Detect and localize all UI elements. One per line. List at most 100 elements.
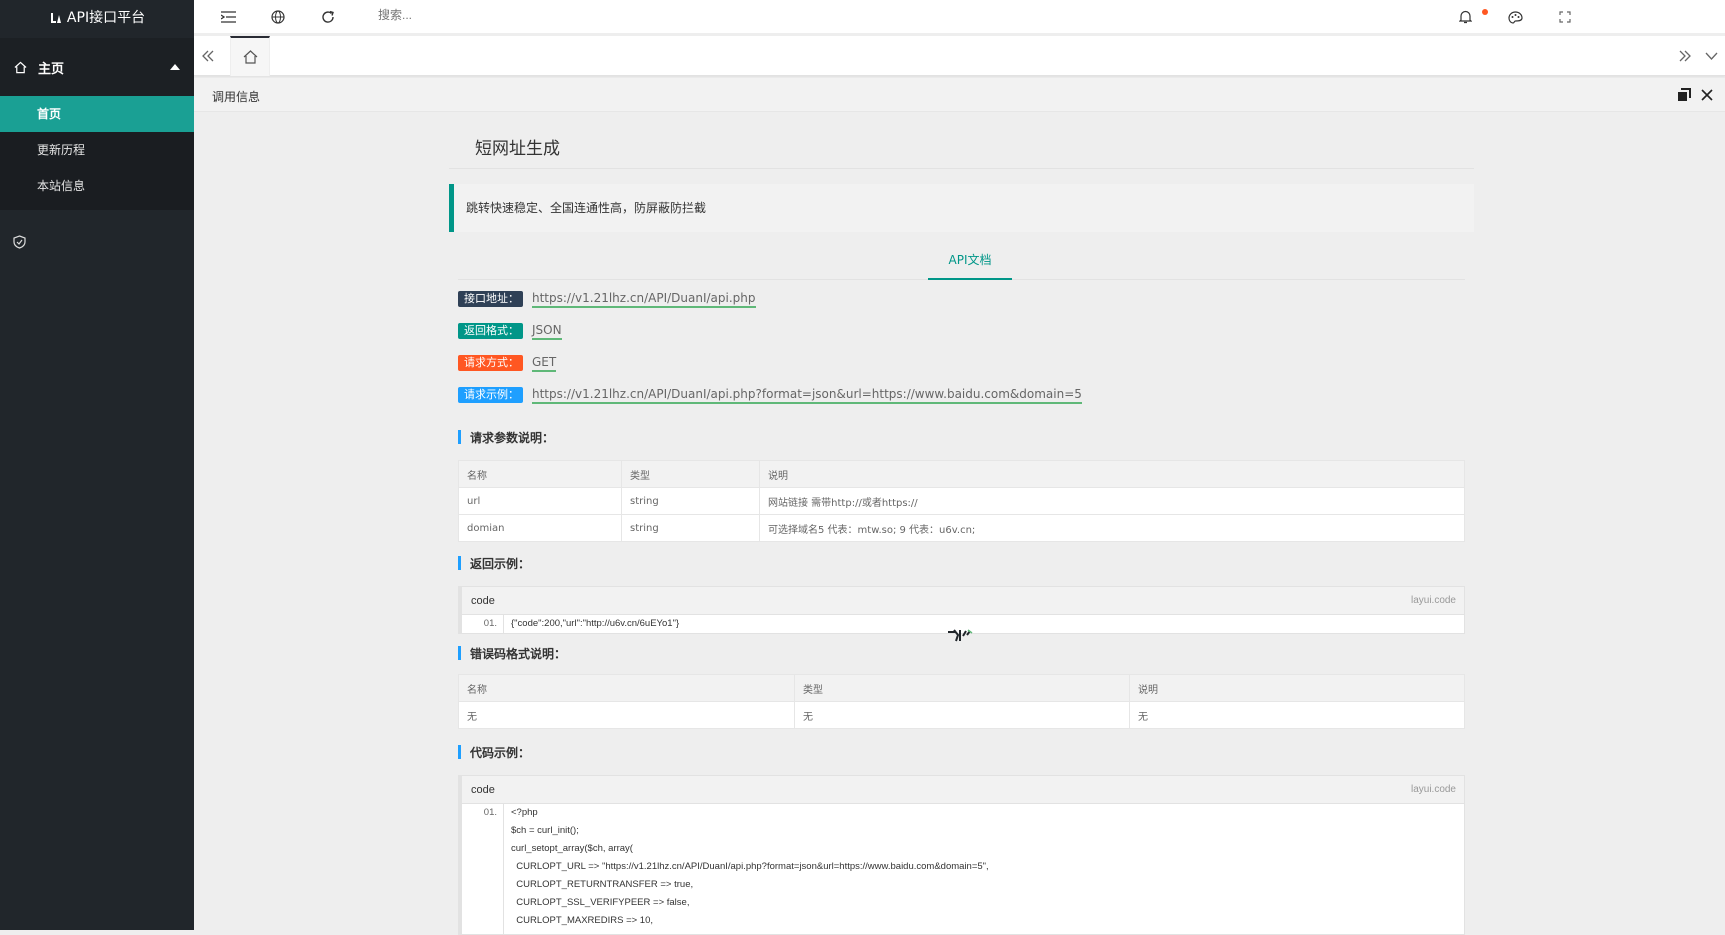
return-format-value[interactable]: JSON (532, 323, 562, 340)
bell-icon (1458, 10, 1472, 24)
column-header: 类型 (621, 460, 760, 488)
column-header: 名称 (458, 460, 622, 488)
params-heading: 请求参数说明： (458, 428, 1474, 446)
sidebar-item-site-info[interactable]: 本站信息 (0, 168, 194, 204)
column-header: 说明 (759, 460, 1465, 488)
indent-icon (220, 11, 236, 23)
tab-scroll-left-button[interactable] (198, 46, 218, 66)
code-line: {"code":200,"url":"http://u6v.cn/6uEYo1"… (511, 618, 680, 629)
code-example-heading: 代码示例： (458, 743, 1474, 761)
request-example-link[interactable]: https://v1.21lhz.cn/API/DuanI/api.php?fo… (532, 387, 1082, 404)
field-request-example: 请求示例： https://v1.21lhz.cn/API/DuanI/api.… (458, 386, 1474, 404)
table-cell: string (621, 514, 760, 542)
table-row: 无 无 无 (458, 701, 1465, 729)
logo-icon (50, 13, 61, 23)
notification-button[interactable] (1455, 7, 1475, 27)
refresh-button[interactable] (318, 7, 338, 27)
notification-dot (1482, 9, 1488, 15)
double-chevron-right-icon (1679, 50, 1691, 62)
field-return-format: 返回格式： JSON (458, 322, 1474, 340)
page-title: 短网址生成 (475, 134, 566, 159)
shield-icon (13, 235, 26, 249)
return-heading: 返回示例： (458, 554, 1474, 572)
request-method-badge: 请求方式： (458, 355, 523, 371)
code-line: $ch = curl_init(); (511, 825, 579, 836)
field-request-method: 请求方式： GET (458, 354, 1474, 372)
home-icon (243, 50, 257, 64)
request-method-value[interactable]: GET (532, 355, 557, 372)
description-quote: 跳转快速稳定、全国连通性高，防屏蔽防拦截 (449, 184, 1474, 232)
column-header: 类型 (794, 674, 1130, 702)
sidebar-item-changelog[interactable]: 更新历程 (0, 132, 194, 168)
maximize-icon[interactable] (1677, 88, 1691, 102)
refresh-icon (322, 10, 334, 23)
code-header-label: code (471, 784, 495, 796)
table-row: url string 网站链接 需带http://或者https:// (458, 487, 1465, 515)
table-cell: url (458, 487, 622, 515)
errors-table: 名称 类型 说明 无 无 无 (458, 674, 1465, 729)
code-line: curl_setopt_array($ch, array( (511, 843, 633, 854)
table-cell: 可选择域名5 代表：mtw.so; 9 代表：u6v.cn; (759, 514, 1465, 542)
table-header-row: 名称 类型 说明 (458, 460, 1465, 488)
close-icon[interactable] (1699, 87, 1715, 103)
field-endpoint: 接口地址： https://v1.21lhz.cn/API/DuanI/api.… (458, 290, 1474, 308)
search-input[interactable] (378, 8, 578, 22)
table-cell: 网站链接 需带http://或者https:// (759, 487, 1465, 515)
example-code-block: code layui.code 01. <?php $ch = curl_ini… (458, 775, 1465, 935)
request-example-badge: 请求示例： (458, 387, 523, 403)
tab-api-doc[interactable]: API文档 (928, 246, 1012, 280)
loading-spinner-icon (948, 629, 973, 642)
return-format-badge: 返回格式： (458, 323, 523, 339)
doc-tabs: API文档 (458, 246, 1465, 280)
sidebar-group-label: 主页 (38, 61, 65, 77)
app-logo[interactable]: API接口平台 (0, 0, 194, 34)
tab-bar (194, 36, 1725, 76)
website-button[interactable] (268, 7, 288, 27)
endpoint-link[interactable]: https://v1.21lhz.cn/API/DuanI/api.php (532, 291, 756, 308)
sidebar-item-security[interactable] (0, 222, 194, 262)
main-content: 短网址生成 跳转快速稳定、全国连通性高，防屏蔽防拦截 API文档 接口地址： h… (449, 112, 1474, 935)
theme-button[interactable] (1505, 7, 1525, 27)
table-cell: domian (458, 514, 622, 542)
app-title: API接口平台 (66, 10, 146, 26)
sidebar-item-home[interactable]: 首页 (0, 96, 194, 132)
tab-scroll-right-button[interactable] (1675, 46, 1695, 66)
table-cell: 无 (794, 701, 1130, 729)
line-number: 01. (483, 618, 497, 629)
params-table: 名称 类型 说明 url string 网站链接 需带http://或者http… (458, 460, 1465, 542)
code-line: CURLOPT_MAXREDIRS => 10, (511, 915, 654, 926)
code-header-tag: layui.code (1410, 784, 1456, 795)
panel-title: 调用信息 (212, 90, 261, 104)
sidebar: API接口平台 主页 首页 更新历程 本站信息 (0, 0, 194, 930)
line-number: 01. (483, 807, 497, 818)
endpoint-badge: 接口地址： (458, 291, 523, 307)
table-cell: 无 (458, 701, 795, 729)
table-cell: string (621, 487, 760, 515)
table-row: domian string 可选择域名5 代表：mtw.so; 9 代表：u6v… (458, 514, 1465, 542)
palette-icon (1507, 10, 1523, 24)
tab-options-button[interactable] (1701, 46, 1721, 66)
code-line: <?php (511, 807, 538, 818)
column-header: 名称 (458, 674, 795, 702)
code-line: CURLOPT_SSL_VERIFYPEER => false, (511, 897, 690, 908)
chevron-down-icon (1705, 52, 1717, 60)
sidebar-group-home[interactable]: 主页 (0, 38, 194, 96)
panel-header: 调用信息 (194, 78, 1725, 112)
table-header-row: 名称 类型 说明 (458, 674, 1465, 702)
caret-up-icon (170, 64, 180, 70)
fullscreen-button[interactable] (1555, 7, 1575, 27)
code-line: CURLOPT_URL => "https://v1.21lhz.cn/API/… (511, 861, 989, 872)
top-bar (194, 0, 1725, 34)
menu-toggle-button[interactable] (218, 7, 238, 27)
errors-heading: 错误码格式说明： (458, 644, 1474, 662)
tab-home[interactable] (230, 36, 270, 76)
code-header-label: code (471, 595, 495, 607)
globe-icon (271, 10, 285, 24)
code-line: CURLOPT_RETURNTRANSFER => true, (511, 879, 694, 890)
code-header-tag: layui.code (1410, 595, 1456, 606)
table-cell: 无 (1129, 701, 1465, 729)
page-title-field: 短网址生成 (449, 134, 1474, 169)
home-icon (14, 61, 30, 74)
double-chevron-left-icon (202, 50, 214, 62)
fullscreen-icon (1559, 11, 1571, 23)
